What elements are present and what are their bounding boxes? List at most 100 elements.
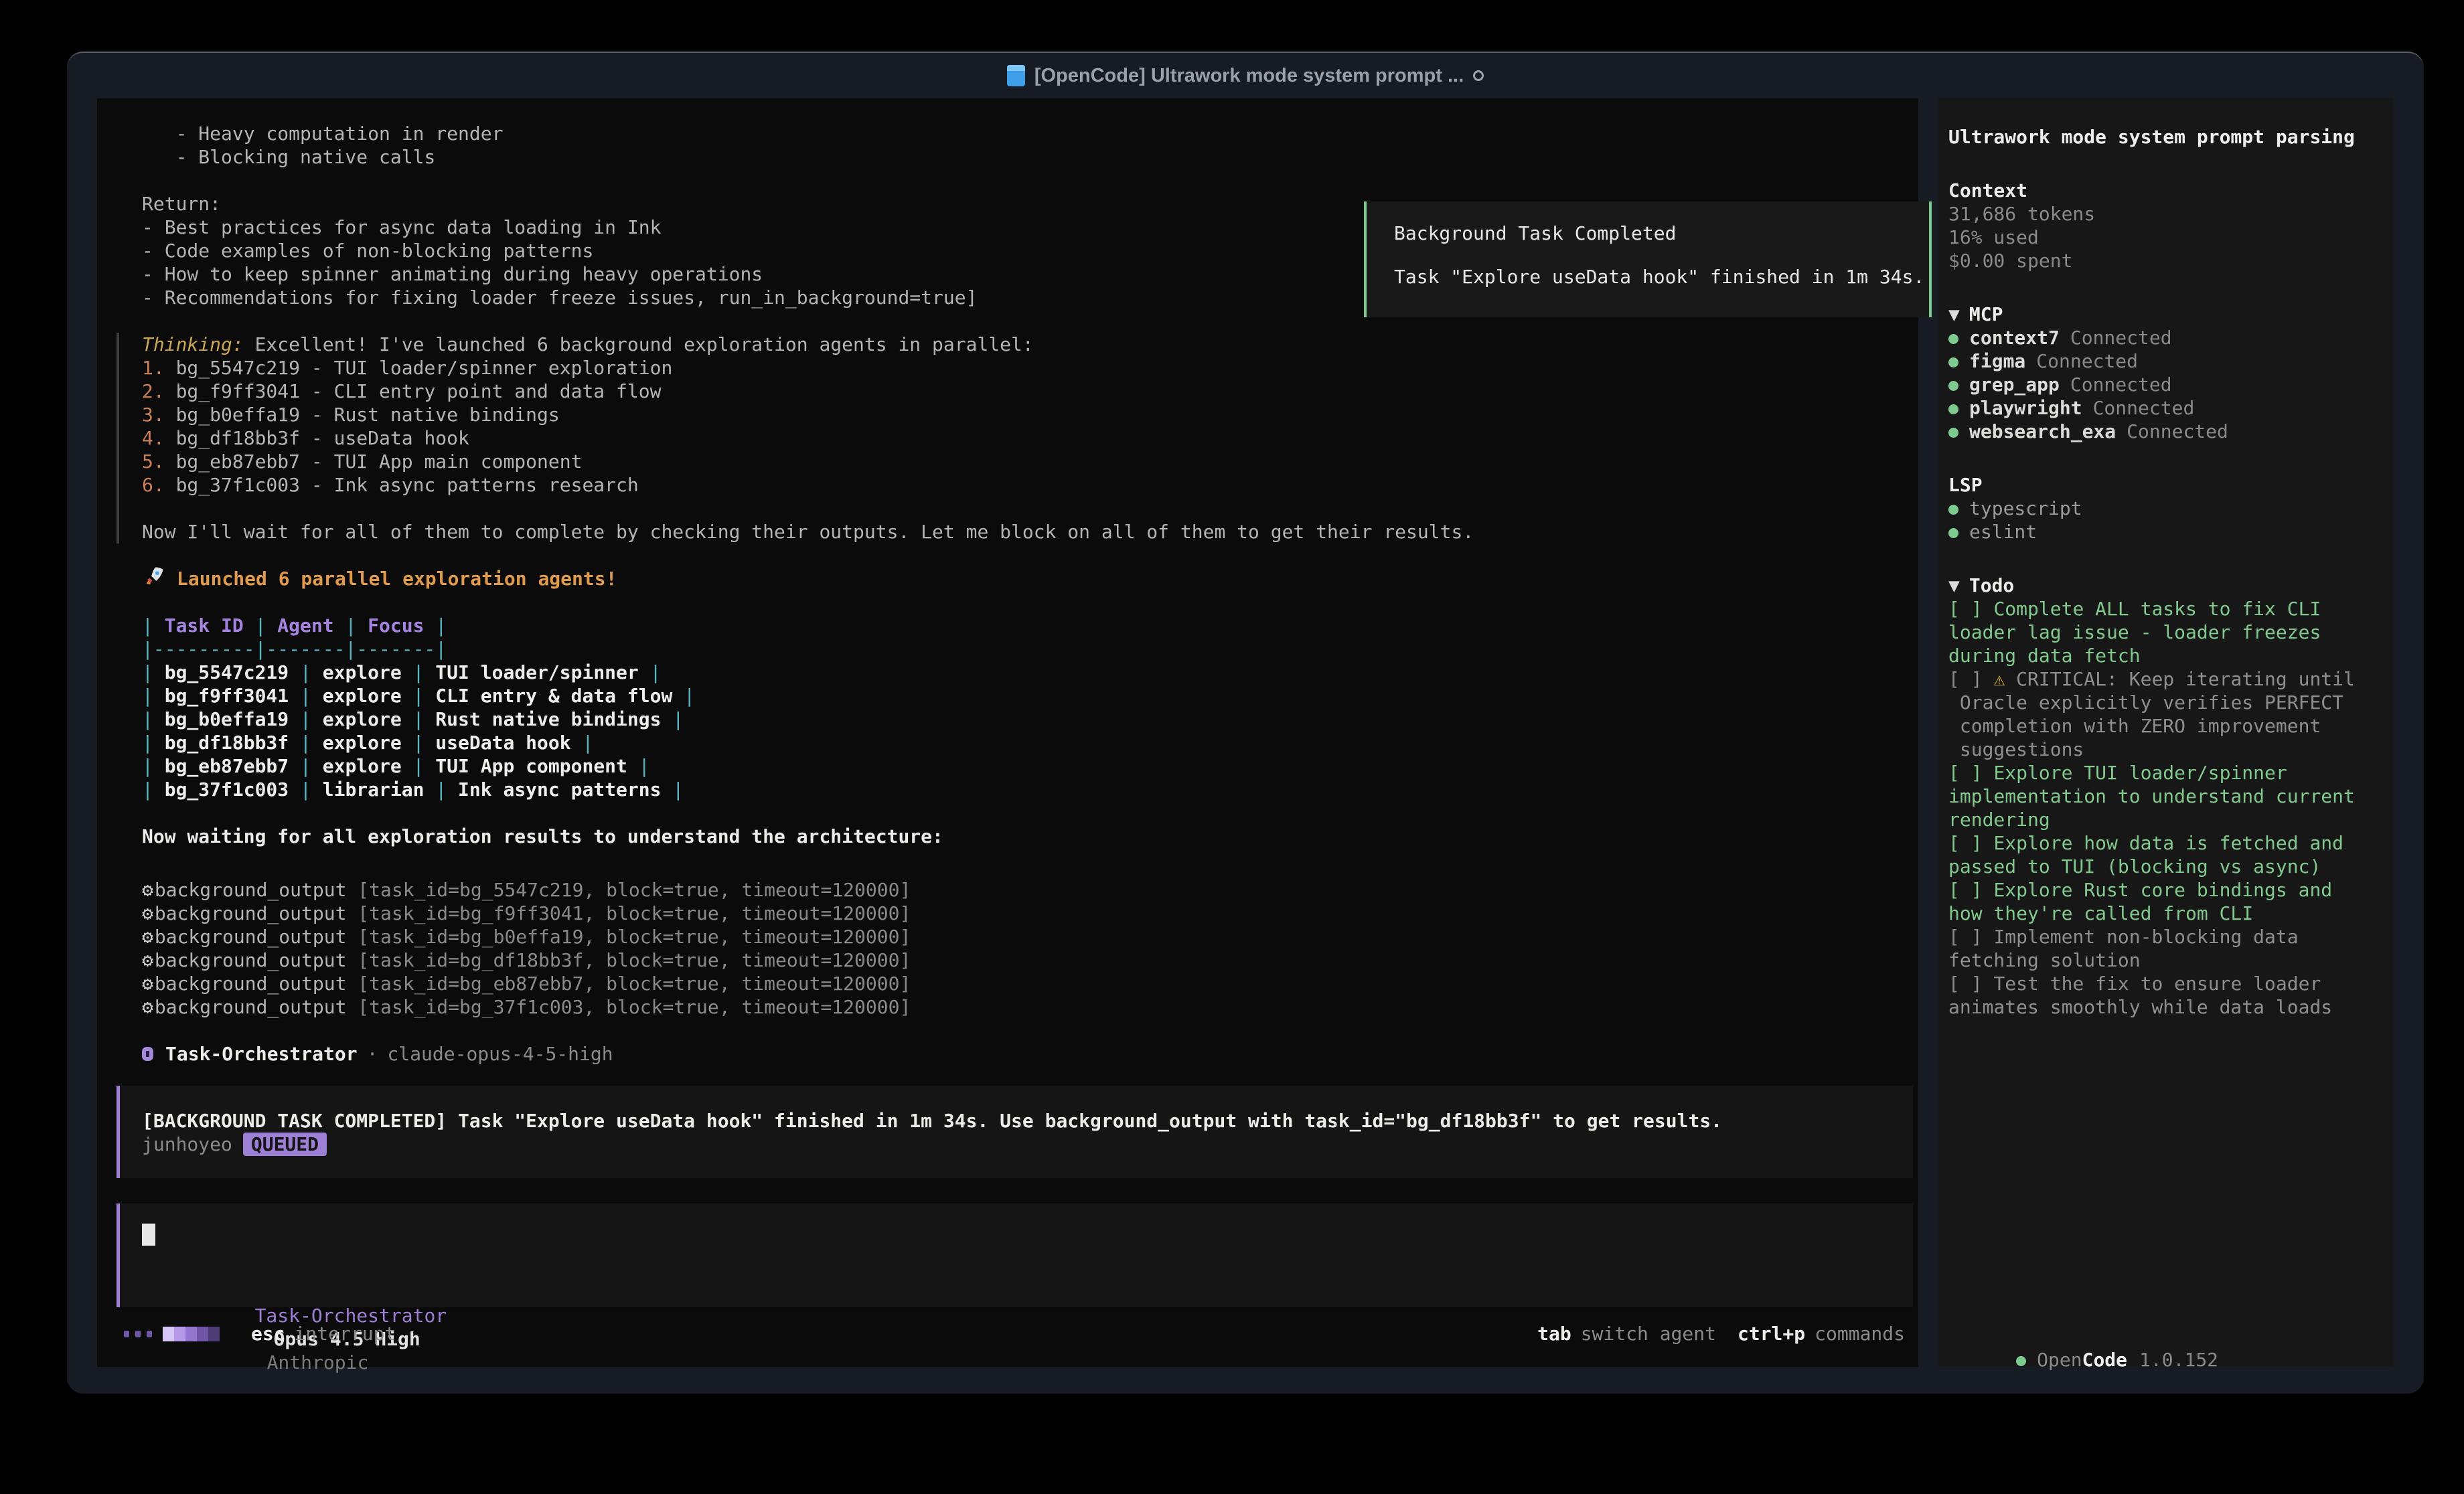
pipe: | (345, 614, 356, 637)
lsp-name: typescript (1969, 497, 2082, 519)
app-window: [OpenCode] Ultrawork mode system prompt … (67, 52, 2424, 1394)
brand-name-dim: Open (2037, 1349, 2082, 1371)
scrollback-line: - Heavy computation in render (97, 122, 1918, 145)
todo-checkbox: [ ] (1948, 973, 1993, 995)
input-cursor-line[interactable] (142, 1224, 1913, 1247)
pipe: | (639, 755, 650, 777)
status-dot-icon (1948, 404, 1958, 414)
pipe: | (142, 685, 153, 707)
tool-name: background_output (155, 996, 347, 1018)
chevron-down-icon[interactable]: ▼ (1948, 303, 1960, 325)
todo-checkbox: [ ] (1948, 762, 1993, 784)
cell-task-id: bg_df18bb3f (153, 732, 300, 754)
cell-agent: explore (311, 708, 413, 730)
agent-model: claude-opus-4-5-high (387, 1042, 613, 1066)
thinking-item: 4. bg_df18bb3f - useData hook (142, 426, 1918, 450)
pipe: | (435, 778, 447, 801)
todo-item: [ ] Complete ALL tasks to fix CLI loader… (1948, 597, 2384, 667)
spinner-gradient-icon (163, 1327, 220, 1341)
todo-item: [ ] Explore Rust core bindings and how t… (1948, 878, 2384, 925)
rocket-icon (142, 564, 166, 594)
pipe: | (142, 778, 153, 801)
tool-call-line: ⚙background_output [task_id=bg_f9ff3041,… (97, 902, 1918, 925)
col-agent: Agent (266, 614, 345, 637)
mcp-status: Connected (2070, 374, 2172, 396)
todo-item: [ ] Explore how data is fetched and pass… (1948, 831, 2384, 878)
thinking-block: Thinking: Excellent! I've launched 6 bac… (117, 333, 1918, 544)
mcp-heading-row[interactable]: ▼MCP (1948, 303, 2384, 326)
sidebar: Ultrawork mode system prompt parsing Con… (1938, 98, 2394, 1367)
pipe: | (582, 732, 593, 754)
gear-icon: ⚙ (142, 949, 153, 971)
context-heading: Context (1948, 179, 2384, 202)
window-title-group: [OpenCode] Ultrawork mode system prompt … (1007, 65, 1484, 87)
pipe: | (142, 614, 153, 637)
announce-text: Launched 6 parallel exploration agents! (177, 567, 617, 590)
table-row: | bg_b0effa19 | explore | Rust native bi… (97, 708, 1918, 731)
agent-header: Task-Orchestrator · claude-opus-4-5-high (97, 1042, 1918, 1066)
table-row: | bg_5547c219 | explore | TUI loader/spi… (97, 661, 1918, 684)
cell-task-id: bg_37f1c003 (153, 778, 300, 801)
gear-icon: ⚙ (142, 902, 153, 924)
pipe: | (413, 755, 425, 777)
table-header-row: | Task ID | Agent | Focus | (97, 614, 1918, 637)
thinking-outro: Now I'll wait for all of them to complet… (142, 520, 1918, 544)
mcp-status: Connected (2070, 327, 2172, 349)
tool-args: [task_id=bg_37f1c003, block=true, timeou… (346, 996, 911, 1018)
pipe: | (650, 661, 662, 683)
status-dot-icon (1948, 505, 1958, 515)
cell-task-id: bg_5547c219 (153, 661, 300, 683)
toast-body: Task "Explore useData hook" finished in … (1394, 265, 1929, 288)
esc-key-label: interrupt (295, 1322, 396, 1345)
tool-name: background_output (155, 949, 347, 971)
agent-name: Task-Orchestrator (165, 1042, 358, 1066)
thinking-intro: Excellent! I've launched 6 background ex… (244, 333, 1034, 355)
table-row: | bg_37f1c003 | librarian | Ink async pa… (97, 778, 1918, 801)
pipe: | (413, 685, 425, 707)
mcp-status: Connected (2036, 350, 2138, 372)
background-completed-message: [BACKGROUND TASK COMPLETED] Task "Explor… (117, 1086, 1913, 1178)
window-title: [OpenCode] Ultrawork mode system prompt … (1034, 65, 1464, 87)
pipe: | (435, 614, 447, 637)
proxy-ring-icon (1473, 70, 1484, 81)
todo-checkbox: [ ] (1948, 926, 1993, 948)
pipe: | (300, 708, 311, 730)
mcp-name: figma (1969, 350, 2025, 372)
tool-call-list: ⚙background_output [task_id=bg_5547c219,… (97, 878, 1918, 1019)
completed-message-text: [BACKGROUND TASK COMPLETED] Task "Explor… (142, 1109, 1913, 1133)
cell-agent: explore (311, 732, 413, 754)
list-text: bg_b0effa19 - Rust native bindings (165, 404, 560, 426)
cell-focus: useData hook (424, 732, 582, 754)
thinking-item: 3. bg_b0effa19 - Rust native bindings (142, 403, 1918, 426)
thinking-item: 2. bg_f9ff3041 - CLI entry point and dat… (142, 380, 1918, 403)
announce-line: Launched 6 parallel exploration agents! (97, 567, 1918, 590)
status-dot-icon (1948, 357, 1958, 367)
warning-icon: ⚠ (1993, 668, 2005, 690)
tab-key-label: switch agent (1581, 1322, 1716, 1345)
document-icon (1007, 65, 1025, 86)
list-number: 2. (142, 380, 165, 402)
brand-name-bold: Code (2082, 1349, 2127, 1371)
col-task-id: Task ID (153, 614, 255, 637)
cell-agent: explore (311, 661, 413, 683)
lsp-heading: LSP (1948, 473, 2384, 497)
cell-task-id: bg_b0effa19 (153, 708, 300, 730)
status-dot-icon (1948, 428, 1958, 438)
context-used: 16% used (1948, 226, 2384, 249)
pipe: | (142, 708, 153, 730)
right-key-hints: tab switch agent ctrl+p commands (1537, 1322, 1905, 1345)
todo-text: Implement non-blocking data fetching sol… (1948, 926, 2299, 971)
tool-call-line: ⚙background_output [task_id=bg_df18bb3f,… (97, 948, 1918, 972)
notification-toast[interactable]: Background Task Completed Task "Explore … (1364, 201, 1932, 317)
list-text: bg_df18bb3f - useData hook (165, 427, 469, 449)
tool-call-line: ⚙background_output [task_id=bg_b0effa19,… (97, 925, 1918, 948)
todo-item: [ ] Explore TUI loader/spinner implement… (1948, 761, 2384, 831)
username: junhoyeo (142, 1133, 232, 1155)
todo-heading-row[interactable]: ▼Todo (1948, 574, 2384, 597)
prompt-input[interactable]: Task-Orchestrator Opus 4.5 High Anthropi… (117, 1204, 1913, 1307)
list-text: bg_eb87ebb7 - TUI App main component (165, 450, 583, 473)
app-version: 1.0.152 (2139, 1349, 2218, 1371)
chevron-down-icon[interactable]: ▼ (1948, 574, 1960, 596)
thinking-item: 1. bg_5547c219 - TUI loader/spinner expl… (142, 356, 1918, 380)
titlebar: [OpenCode] Ultrawork mode system prompt … (67, 53, 2424, 98)
